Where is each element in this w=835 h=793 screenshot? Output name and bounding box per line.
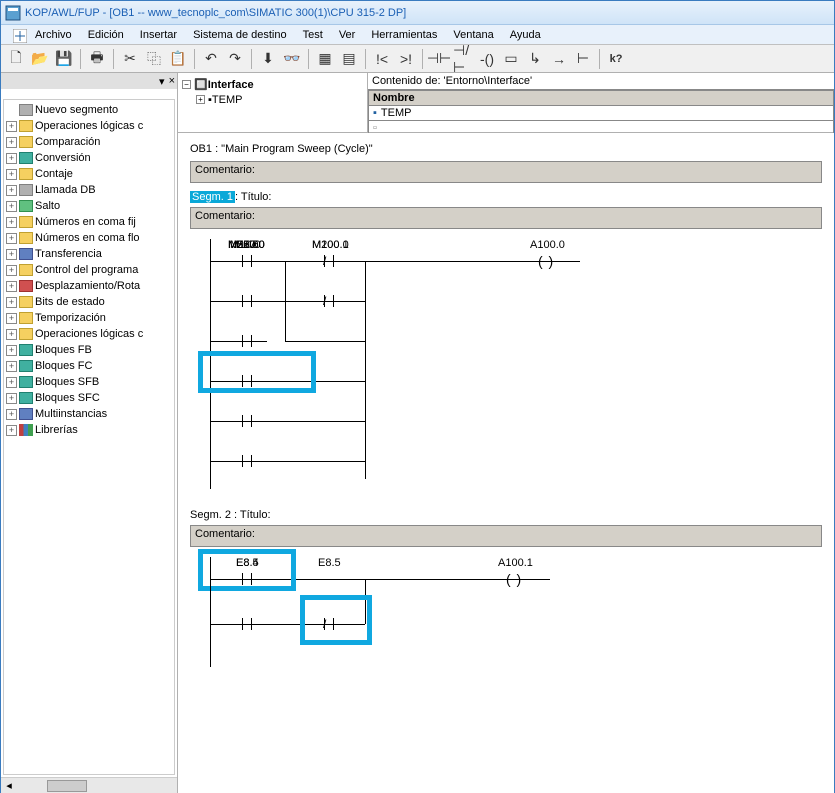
- menu-archivo[interactable]: Archivo: [27, 27, 80, 43]
- menu-test[interactable]: Test: [295, 27, 331, 43]
- tree-item[interactable]: +Bits de estado: [6, 294, 172, 310]
- tree-item[interactable]: +Llamada DB: [6, 182, 172, 198]
- contents-pane: Contenido de: 'Entorno\Interface' Nombre…: [368, 73, 834, 132]
- mdi-icon: [5, 27, 21, 43]
- nc-contact[interactable]: /: [320, 618, 338, 630]
- box-button[interactable]: ▭: [500, 48, 522, 70]
- no-contact[interactable]: [238, 335, 256, 347]
- catalog-button[interactable]: ▦: [314, 48, 336, 70]
- menu-ventana[interactable]: Ventana: [445, 27, 501, 43]
- segment-1-comment[interactable]: Comentario:: [190, 207, 822, 229]
- monitor-button[interactable]: 👓: [281, 48, 303, 70]
- tree-item[interactable]: +Librerías: [6, 422, 172, 438]
- nc-contact-button[interactable]: ⊣/⊢: [452, 48, 474, 70]
- no-contact[interactable]: [238, 255, 256, 267]
- tree-item[interactable]: +Contaje: [6, 166, 172, 182]
- copy-button[interactable]: ⿻: [143, 48, 165, 70]
- app-icon: [5, 5, 21, 21]
- tree-item[interactable]: +Bloques SFC: [6, 390, 172, 406]
- tree-item[interactable]: +Transferencia: [6, 246, 172, 262]
- tree-item[interactable]: +Operaciones lógicas c: [6, 326, 172, 342]
- branch-close-button[interactable]: →: [548, 48, 570, 70]
- sidebar: ▾ × Nuevo segmento+Operaciones lógicas c…: [1, 73, 178, 793]
- no-contact[interactable]: [238, 455, 256, 467]
- title-bar: KOP/AWL/FUP - [OB1 -- www_tecnoplc_com\S…: [1, 1, 834, 25]
- declaration-row: −🔲 Interface +▪ TEMP Contenido de: 'Ento…: [178, 73, 834, 133]
- no-contact[interactable]: [238, 618, 256, 630]
- download-button[interactable]: ⬇: [257, 48, 279, 70]
- tree-item[interactable]: +Salto: [6, 198, 172, 214]
- cut-button[interactable]: ✂: [119, 48, 141, 70]
- sidebar-header: ▾ ×: [1, 73, 177, 89]
- goto-button[interactable]: !<: [371, 48, 393, 70]
- segment-1-title[interactable]: Segm. 1: Título:: [190, 191, 822, 203]
- toolbar: 🗋 📂 💾 🖶 ✂ ⿻ 📋 ↶ ↷ ⬇ 👓 ▦ ▤ !< >! ⊣⊢ ⊣/⊢ -…: [1, 45, 834, 73]
- workspace: ▾ × Nuevo segmento+Operaciones lógicas c…: [1, 73, 834, 793]
- menu-herramientas[interactable]: Herramientas: [363, 27, 445, 43]
- menu-bar: Archivo Edición Insertar Sistema de dest…: [1, 25, 834, 45]
- sidebar-scrollbar[interactable]: ◂: [1, 777, 177, 793]
- menu-ayuda[interactable]: Ayuda: [502, 27, 549, 43]
- segment-2-title[interactable]: Segm. 2 : Título:: [190, 509, 822, 521]
- coil-button[interactable]: -(): [476, 48, 498, 70]
- menu-insertar[interactable]: Insertar: [132, 27, 185, 43]
- no-contact[interactable]: [238, 573, 256, 585]
- contents-header: Contenido de: 'Entorno\Interface': [368, 73, 834, 89]
- open-button[interactable]: 📂: [29, 48, 51, 70]
- menu-ver[interactable]: Ver: [331, 27, 364, 43]
- nc-contact[interactable]: /: [320, 295, 338, 307]
- no-contact[interactable]: [238, 415, 256, 427]
- block-comment[interactable]: Comentario:: [190, 161, 822, 183]
- tree-item[interactable]: +Operaciones lógicas c: [6, 118, 172, 134]
- tree-item[interactable]: +Bloques FC: [6, 358, 172, 374]
- undo-button[interactable]: ↶: [200, 48, 222, 70]
- window-title: KOP/AWL/FUP - [OB1 -- www_tecnoplc_com\S…: [25, 7, 406, 19]
- tree-item[interactable]: +Desplazamiento/Rota: [6, 278, 172, 294]
- tree-item[interactable]: +Conversión: [6, 150, 172, 166]
- coil[interactable]: ( ): [506, 571, 522, 587]
- block-title: OB1 : "Main Program Sweep (Cycle)": [190, 143, 822, 155]
- tree-item[interactable]: +Bloques FB: [6, 342, 172, 358]
- segment-2-comment[interactable]: Comentario:: [190, 525, 822, 547]
- print-button[interactable]: 🖶: [86, 48, 108, 70]
- tree-item[interactable]: +Control del programa: [6, 262, 172, 278]
- menu-sistema[interactable]: Sistema de destino: [185, 27, 295, 43]
- highlight-box: [198, 351, 316, 393]
- connector-button[interactable]: ⊢: [572, 48, 594, 70]
- branch-open-button[interactable]: ↳: [524, 48, 546, 70]
- main-area: −🔲 Interface +▪ TEMP Contenido de: 'Ento…: [178, 73, 834, 793]
- tree-item[interactable]: +Multiinstancias: [6, 406, 172, 422]
- no-contact[interactable]: [238, 295, 256, 307]
- detail-button[interactable]: ▤: [338, 48, 360, 70]
- interface-tree[interactable]: −🔲 Interface +▪ TEMP: [178, 73, 368, 132]
- temp-row[interactable]: ▪TEMP: [368, 106, 834, 121]
- no-contact[interactable]: [238, 375, 256, 387]
- coil[interactable]: ( ): [538, 253, 554, 269]
- sidebar-dropdown-icon[interactable]: ▾: [159, 75, 165, 88]
- menu-edicion[interactable]: Edición: [80, 27, 132, 43]
- nc-contact[interactable]: /: [320, 255, 338, 267]
- save-button[interactable]: 💾: [53, 48, 75, 70]
- tree-item[interactable]: +Bloques SFB: [6, 374, 172, 390]
- redo-button[interactable]: ↷: [224, 48, 246, 70]
- ladder-editor[interactable]: OB1 : "Main Program Sweep (Cycle)" Comen…: [178, 133, 834, 793]
- new-button[interactable]: 🗋: [5, 48, 27, 70]
- tree-item[interactable]: +Números en coma fij: [6, 214, 172, 230]
- sidebar-close-icon[interactable]: ×: [169, 75, 175, 87]
- paste-button[interactable]: 📋: [167, 48, 189, 70]
- column-nombre[interactable]: Nombre: [368, 90, 834, 106]
- catalog-tree[interactable]: Nuevo segmento+Operaciones lógicas c+Com…: [3, 99, 175, 775]
- tree-item[interactable]: +Temporización: [6, 310, 172, 326]
- tree-item[interactable]: +Números en coma flo: [6, 230, 172, 246]
- network-2[interactable]: E8.5 A100.1 ( ) E8.4 E8.5 /: [190, 557, 822, 667]
- tree-item[interactable]: Nuevo segmento: [6, 102, 172, 118]
- help-button[interactable]: k?: [605, 48, 627, 70]
- no-contact-button[interactable]: ⊣⊢: [428, 48, 450, 70]
- goto2-button[interactable]: >!: [395, 48, 417, 70]
- tree-item[interactable]: +Comparación: [6, 134, 172, 150]
- network-1[interactable]: M10.0 M100.1 A100.0 / ( ) M5.0 M200.0 / …: [190, 239, 822, 489]
